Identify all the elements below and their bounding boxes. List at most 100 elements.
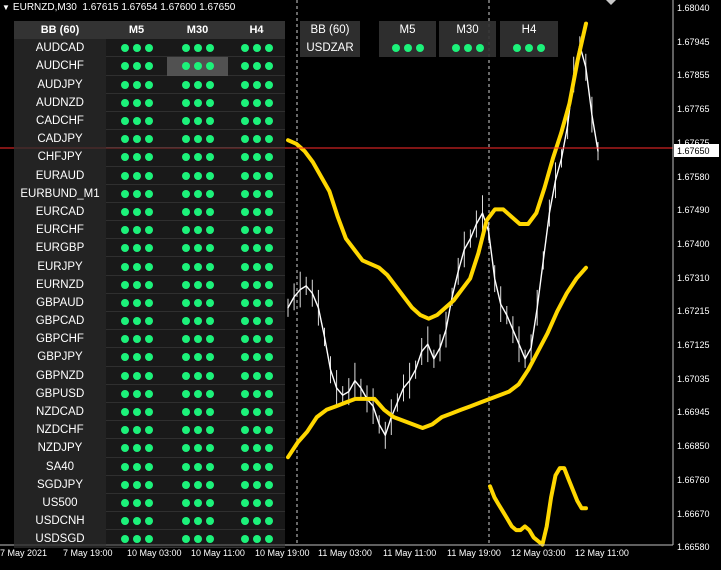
signal-cell-m30[interactable] bbox=[167, 475, 228, 494]
signal-cell-m5[interactable] bbox=[106, 184, 167, 203]
symbol-label[interactable]: EURCHF bbox=[14, 221, 106, 240]
signal-cell-h4[interactable] bbox=[228, 348, 285, 367]
signal-cell-m30[interactable] bbox=[167, 202, 228, 222]
symbol-label[interactable]: GBPAUD bbox=[14, 293, 106, 312]
dashboard2-col-h4[interactable]: H4 bbox=[500, 21, 558, 39]
signal-cell-m5[interactable] bbox=[106, 493, 167, 513]
signal-cell-m5[interactable] bbox=[106, 475, 167, 494]
dashboard2-signal-h4[interactable] bbox=[500, 39, 558, 57]
signal-cell-m30[interactable] bbox=[167, 166, 228, 185]
symbol-label[interactable]: EURNZD bbox=[14, 275, 106, 294]
signal-cell-h4[interactable] bbox=[228, 384, 285, 403]
signal-cell-h4[interactable] bbox=[228, 75, 285, 94]
signal-cell-h4[interactable] bbox=[228, 239, 285, 258]
symbol-label[interactable]: EURBUND_M1 bbox=[14, 184, 106, 203]
signal-cell-h4[interactable] bbox=[228, 221, 285, 240]
dashboard2-signal-m5[interactable] bbox=[379, 39, 436, 57]
signal-cell-m5[interactable] bbox=[106, 93, 167, 112]
symbol-label[interactable]: GBPNZD bbox=[14, 366, 106, 385]
signal-cell-h4[interactable] bbox=[228, 457, 285, 476]
signal-cell-h4[interactable] bbox=[228, 312, 285, 331]
signal-cell-m5[interactable] bbox=[106, 239, 167, 258]
signal-cell-m5[interactable] bbox=[106, 257, 167, 276]
signal-cell-m5[interactable] bbox=[106, 330, 167, 349]
signal-cell-m30[interactable] bbox=[167, 493, 228, 513]
signal-cell-m30[interactable] bbox=[167, 512, 228, 531]
dashboard2-col-m5[interactable]: M5 bbox=[379, 21, 436, 39]
signal-cell-m30[interactable] bbox=[167, 148, 228, 167]
col-header-m30[interactable]: M30 bbox=[167, 21, 228, 40]
signal-cell-m30[interactable] bbox=[167, 457, 228, 476]
signal-cell-m5[interactable] bbox=[106, 130, 167, 149]
symbol-label[interactable]: AUDCHF bbox=[14, 57, 106, 76]
signal-cell-h4[interactable] bbox=[228, 512, 285, 531]
signal-cell-h4[interactable] bbox=[228, 493, 285, 513]
symbol-label[interactable]: NZDJPY bbox=[14, 439, 106, 458]
chevron-down-icon[interactable] bbox=[604, 0, 618, 5]
dashboard2-col-m30[interactable]: M30 bbox=[439, 21, 496, 39]
symbol-label[interactable]: GBPCAD bbox=[14, 312, 106, 331]
signal-cell-m30[interactable] bbox=[167, 93, 228, 112]
signal-cell-m5[interactable] bbox=[106, 39, 167, 58]
symbol-label[interactable]: US500 bbox=[14, 493, 106, 513]
symbol-label[interactable]: EURCAD bbox=[14, 202, 106, 222]
signal-cell-h4[interactable] bbox=[228, 184, 285, 203]
signal-cell-m5[interactable] bbox=[106, 221, 167, 240]
signal-cell-m30[interactable] bbox=[167, 439, 228, 458]
signal-cell-h4[interactable] bbox=[228, 257, 285, 276]
symbol-label[interactable]: GBPJPY bbox=[14, 348, 106, 367]
symbol-label[interactable]: EURAUD bbox=[14, 166, 106, 185]
signal-cell-h4[interactable] bbox=[228, 202, 285, 222]
signal-cell-h4[interactable] bbox=[228, 402, 285, 422]
signal-cell-m5[interactable] bbox=[106, 166, 167, 185]
symbol-label[interactable]: AUDJPY bbox=[14, 75, 106, 94]
col-header-h4[interactable]: H4 bbox=[228, 21, 285, 40]
signal-cell-m30[interactable] bbox=[167, 421, 228, 440]
signal-cell-m30[interactable] bbox=[167, 275, 228, 294]
signal-cell-h4[interactable] bbox=[228, 275, 285, 294]
symbol-label[interactable]: NZDCHF bbox=[14, 421, 106, 440]
signal-cell-m30[interactable] bbox=[167, 384, 228, 403]
symbol-label[interactable]: GBPUSD bbox=[14, 384, 106, 403]
signal-cell-m5[interactable] bbox=[106, 57, 167, 76]
signal-cell-m30[interactable] bbox=[167, 221, 228, 240]
signal-cell-h4[interactable] bbox=[228, 57, 285, 76]
symbol-label[interactable]: USDCNH bbox=[14, 512, 106, 531]
signal-cell-h4[interactable] bbox=[228, 130, 285, 149]
signal-cell-m5[interactable] bbox=[106, 312, 167, 331]
symbol-label[interactable]: EURGBP bbox=[14, 239, 106, 258]
signal-cell-h4[interactable] bbox=[228, 166, 285, 185]
signal-cell-m30[interactable] bbox=[167, 402, 228, 422]
signal-cell-m30[interactable] bbox=[167, 239, 228, 258]
signal-cell-m5[interactable] bbox=[106, 439, 167, 458]
symbol-label[interactable]: AUDNZD bbox=[14, 93, 106, 112]
signal-cell-m5[interactable] bbox=[106, 457, 167, 476]
col-header-m5[interactable]: M5 bbox=[106, 21, 167, 40]
signal-cell-m30[interactable] bbox=[167, 330, 228, 349]
symbol-label[interactable]: NZDCAD bbox=[14, 402, 106, 422]
symbol-label[interactable]: SGDJPY bbox=[14, 475, 106, 494]
dashboard2-signal-m30[interactable] bbox=[439, 39, 496, 57]
signal-cell-h4[interactable] bbox=[228, 366, 285, 385]
symbol-label[interactable]: CADJPY bbox=[14, 130, 106, 149]
signal-cell-m5[interactable] bbox=[106, 75, 167, 94]
signal-cell-h4[interactable] bbox=[228, 439, 285, 458]
signal-cell-m30[interactable] bbox=[167, 75, 228, 94]
signal-cell-m5[interactable] bbox=[106, 384, 167, 403]
signal-cell-m5[interactable] bbox=[106, 293, 167, 312]
signal-cell-m5[interactable] bbox=[106, 275, 167, 294]
time-axis[interactable]: 7 May 2021 7 May 19:00 10 May 03:00 10 May … bbox=[0, 545, 721, 570]
signal-cell-m5[interactable] bbox=[106, 148, 167, 167]
signal-cell-m30[interactable] bbox=[167, 111, 228, 131]
signal-cell-h4[interactable] bbox=[228, 475, 285, 494]
signal-cell-h4[interactable] bbox=[228, 39, 285, 58]
signal-cell-m30[interactable] bbox=[167, 184, 228, 203]
signal-cell-m5[interactable] bbox=[106, 512, 167, 531]
signal-cell-m30[interactable] bbox=[167, 366, 228, 385]
signal-cell-m30[interactable] bbox=[167, 257, 228, 276]
signal-cell-m30[interactable] bbox=[167, 293, 228, 312]
signal-cell-m5[interactable] bbox=[106, 111, 167, 131]
signal-cell-h4[interactable] bbox=[228, 330, 285, 349]
signal-cell-m30[interactable] bbox=[167, 348, 228, 367]
signal-cell-h4[interactable] bbox=[228, 111, 285, 131]
